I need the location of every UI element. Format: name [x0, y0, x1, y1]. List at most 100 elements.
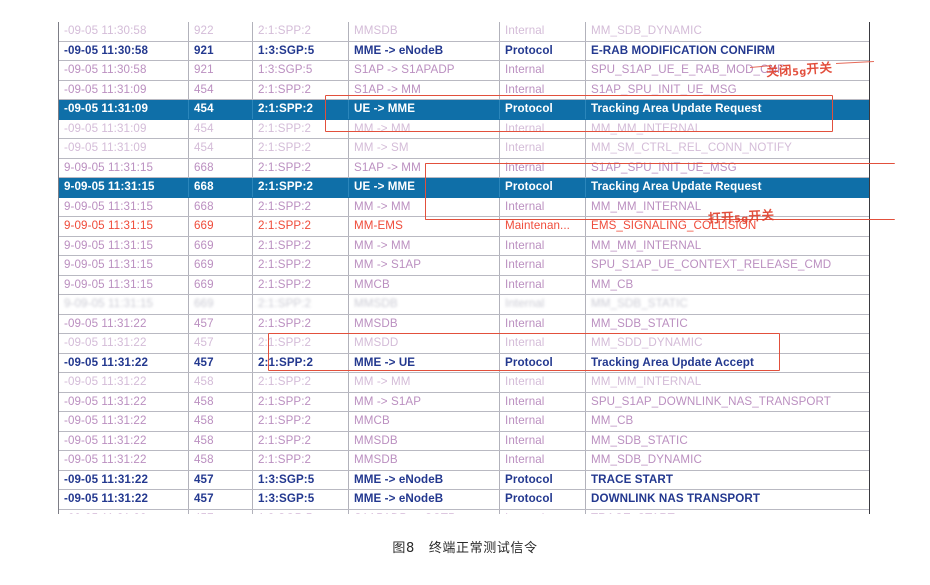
signaling-trace-table[interactable]: -09-05 11:30:58 922 2:1:SPP:2 MMSDB Internal… — [59, 22, 869, 514]
cell-time: -09-05 11:31:22 — [59, 333, 189, 354]
cell-id: 457 — [188, 489, 253, 510]
signaling-trace-table-container[interactable]: -09-05 11:30:58 922 2:1:SPP:2 MMSDB Internal… — [58, 22, 870, 514]
table-row[interactable]: -09-05 11:31:22 458 2:1:SPP:2 MMCB Internal M… — [59, 411, 869, 432]
cell-id: 669 — [188, 275, 253, 295]
table-row[interactable]: -09-05 11:31:22 457 2:1:SPP:2 MMSDB Internal… — [59, 314, 869, 334]
cell-time: 9-09-05 11:31:15 — [59, 158, 189, 178]
cell-node: MMSDB — [348, 294, 500, 315]
table-row[interactable]: -09-05 11:30:58 921 1:3:SGP:5 MME -> eNodeB… — [59, 41, 869, 61]
cell-channel: 1:3:SGP:5 — [252, 41, 349, 61]
cell-time: -09-05 11:31:22 — [59, 372, 189, 393]
table-row[interactable]: -09-05 11:31:22 458 2:1:SPP:2 MMSDB Internal… — [59, 450, 869, 471]
cell-channel: 2:1:SPP:2 — [252, 255, 349, 276]
cell-message: Tracking Area Update Request — [585, 99, 869, 120]
figure-container: -09-05 11:30:58 922 2:1:SPP:2 MMSDB Internal… — [0, 0, 930, 585]
cell-time: -09-05 11:31:09 — [59, 99, 189, 120]
cell-time: -09-05 11:31:22 — [59, 489, 189, 510]
table-row[interactable]: -09-05 11:31:224571:3:SGP:5S1APADP -> SC… — [59, 509, 869, 514]
cell-channel: 2:1:SPP:2 — [252, 450, 349, 471]
table-row[interactable]: 9-09-05 11:31:15 669 2:1:SPP:2 MM -> S1AP In… — [59, 255, 869, 276]
cell-node: MME -> eNodeB — [348, 41, 500, 61]
cell-channel: 2:1:SPP:2 — [252, 216, 349, 237]
cell-time: 9-09-05 11:31:15 — [59, 294, 189, 315]
cell-id: 457 — [188, 470, 253, 490]
cell-type: Internal — [499, 450, 586, 471]
cell-channel: 2:1:SPP:2 — [252, 99, 349, 120]
table-row[interactable]: -09-05 11:31:22 457 1:3:SGP:5 MME -> eNodeB… — [59, 489, 869, 510]
cell-node: MM -> SM — [348, 138, 500, 159]
table-row[interactable]: -09-05 11:31:09 454 2:1:SPP:2 MM -> SM Inter… — [59, 138, 869, 159]
cell-channel: 2:1:SPP:2 — [252, 411, 349, 432]
cell-node: S1APADP -> SCTP — [348, 509, 500, 514]
cell-type: Internal — [499, 197, 586, 217]
cell-type: Protocol — [499, 470, 586, 490]
cell-channel: 2:1:SPP:2 — [252, 138, 349, 159]
cell-type: Internal — [499, 60, 586, 81]
cell-id: 668 — [188, 197, 253, 217]
cell-type: Internal — [499, 236, 586, 256]
cell-type: Internal — [499, 119, 586, 139]
table-row[interactable]: -09-05 11:31:22 457 2:1:SPP:2 MME -> UE Prot… — [59, 353, 869, 373]
table-row[interactable]: 9-09-05 11:31:15 669 2:1:SPP:2 MMCB Internal… — [59, 275, 869, 295]
table-row[interactable]: -09-05 11:31:22 458 2:1:SPP:2 MM -> S1AP Int… — [59, 392, 869, 412]
cell-type: Internal — [499, 138, 586, 159]
cell-time: -09-05 11:31:22 — [59, 509, 189, 514]
cell-time: -09-05 11:31:09 — [59, 138, 189, 159]
table-row[interactable]: 9-09-05 11:31:15 668 2:1:SPP:2 UE -> MME Pro… — [59, 177, 869, 198]
cell-time: 9-09-05 11:31:15 — [59, 275, 189, 295]
table-row[interactable]: -09-05 11:31:22 458 2:1:SPP:2 MMSDB Internal… — [59, 431, 869, 451]
cell-id: 454 — [188, 80, 253, 100]
cell-message: S1AP_SPU_INIT_UE_MSG — [585, 80, 869, 100]
cell-message: MM_SDB_STATIC — [585, 294, 869, 315]
cell-node: S1AP -> MM — [348, 158, 500, 178]
cell-type: Internal — [499, 80, 586, 100]
table-row[interactable]: -09-05 11:31:09 454 2:1:SPP:2 MM -> MM Inter… — [59, 119, 869, 139]
cell-channel: 2:1:SPP:2 — [252, 392, 349, 412]
cell-time: -09-05 11:31:09 — [59, 119, 189, 139]
cell-node: UE -> MME — [348, 177, 500, 198]
cell-node: MM -> MM — [348, 197, 500, 217]
annotation-open-5g-tail: 开关 — [748, 207, 775, 224]
cell-type: Protocol — [499, 99, 586, 120]
cell-message: MM_SDB_DYNAMIC — [585, 450, 869, 471]
figure-caption: 图8 终端正常测试信令 — [0, 537, 930, 556]
cell-id: 454 — [188, 138, 253, 159]
table-row[interactable]: 9-09-05 11:31:15 668 2:1:SPP:2 S1AP -> MM In… — [59, 158, 869, 178]
table-row[interactable]: 9-09-05 11:31:15 669 2:1:SPP:2 MMSDB Interna… — [59, 294, 869, 315]
cell-id: 669 — [188, 216, 253, 237]
cell-channel: 1:3:SGP:5 — [252, 60, 349, 81]
cell-id: 458 — [188, 392, 253, 412]
cell-channel: 1:3:SGP:5 — [252, 489, 349, 510]
cell-id: 669 — [188, 255, 253, 276]
cell-id: 457 — [188, 353, 253, 373]
table-row[interactable]: -09-05 11:31:09 454 2:1:SPP:2 S1AP -> MM Int… — [59, 80, 869, 100]
cell-type: Internal — [499, 314, 586, 334]
cell-type: Internal — [499, 158, 586, 178]
table-row[interactable]: 9-09-05 11:31:15 669 2:1:SPP:2 MM -> MM Inte… — [59, 236, 869, 256]
cell-node: MM -> MM — [348, 372, 500, 393]
trace-table-body[interactable]: -09-05 11:30:58 922 2:1:SPP:2 MMSDB Internal… — [59, 22, 869, 514]
cell-channel: 2:1:SPP:2 — [252, 431, 349, 451]
cell-type: Protocol — [499, 41, 586, 61]
cell-time: 9-09-05 11:31:15 — [59, 197, 189, 217]
cell-message: MM_SDD_DYNAMIC — [585, 333, 869, 354]
table-row[interactable]: -09-05 11:31:22 457 1:3:SGP:5 MME -> eNodeB… — [59, 470, 869, 490]
table-row[interactable]: -09-05 11:30:58 921 1:3:SGP:5 S1AP -> S1APA… — [59, 60, 869, 81]
cell-time: -09-05 11:31:22 — [59, 411, 189, 432]
cell-type: Internal — [499, 372, 586, 393]
cell-channel: 2:1:SPP:2 — [252, 353, 349, 373]
table-row[interactable]: -09-05 11:31:09 454 2:1:SPP:2 UE -> MME Prot… — [59, 99, 869, 120]
cell-message: MM_SM_CTRL_REL_CONN_NOTIFY — [585, 138, 869, 159]
table-row[interactable]: -09-05 11:31:22 458 2:1:SPP:2 MM -> MM Inter… — [59, 372, 869, 393]
cell-time: -09-05 11:31:22 — [59, 470, 189, 490]
cell-type: Maintenan... — [499, 216, 586, 237]
cell-id: 922 — [188, 22, 253, 42]
cell-id: 458 — [188, 372, 253, 393]
table-row[interactable]: -09-05 11:31:22 457 2:1:SPP:2 MMSDD Internal… — [59, 333, 869, 354]
cell-message: DOWNLINK NAS TRANSPORT — [585, 489, 869, 510]
cell-node: MM -> MM — [348, 119, 500, 139]
cell-message: MM_SDB_STATIC — [585, 314, 869, 334]
table-row[interactable]: -09-05 11:30:58 922 2:1:SPP:2 MMSDB Internal… — [59, 22, 869, 42]
cell-node: MM -> MM — [348, 236, 500, 256]
cell-id: 668 — [188, 158, 253, 178]
